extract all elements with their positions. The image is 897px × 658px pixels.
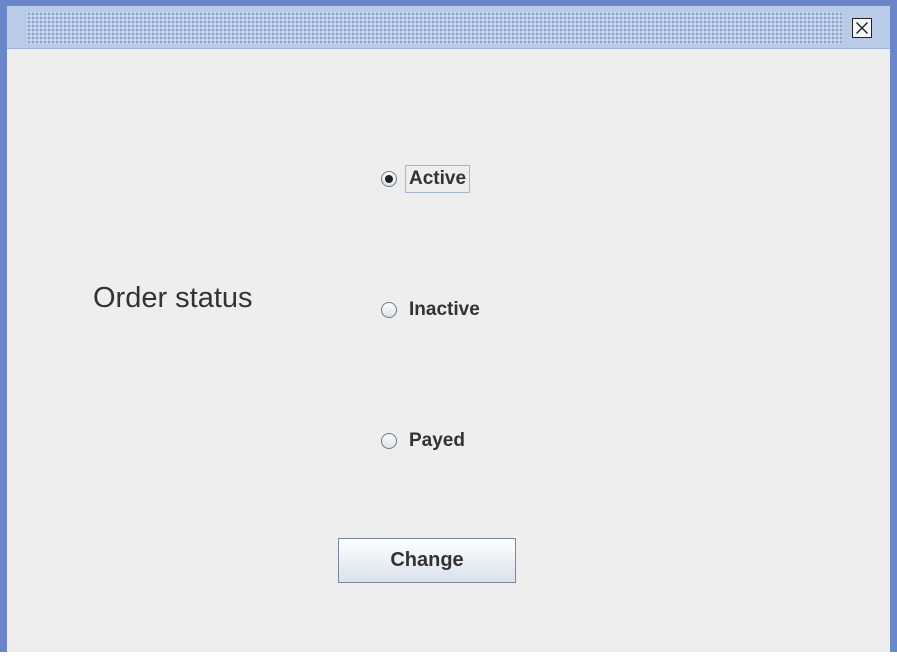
radio-label-inactive[interactable]: Inactive — [405, 296, 484, 324]
radio-label-payed[interactable]: Payed — [405, 427, 469, 455]
change-button[interactable]: Change — [338, 538, 516, 583]
radio-button-inactive[interactable] — [381, 302, 397, 318]
title-bar-texture — [27, 12, 843, 44]
radio-button-active[interactable] — [381, 171, 397, 187]
dialog-window: Order status Active Inactive Payed Chang… — [0, 0, 897, 652]
title-bar[interactable] — [7, 6, 890, 49]
radio-button-payed[interactable] — [381, 433, 397, 449]
close-icon — [856, 22, 868, 34]
radio-label-active[interactable]: Active — [405, 165, 471, 193]
radio-option-payed[interactable]: Payed — [381, 426, 469, 456]
content-panel: Order status Active Inactive Payed Chang… — [7, 49, 890, 652]
radio-option-active[interactable]: Active — [381, 164, 471, 194]
order-status-label: Order status — [93, 282, 253, 314]
radio-option-inactive[interactable]: Inactive — [381, 295, 484, 325]
close-button[interactable] — [852, 18, 872, 38]
